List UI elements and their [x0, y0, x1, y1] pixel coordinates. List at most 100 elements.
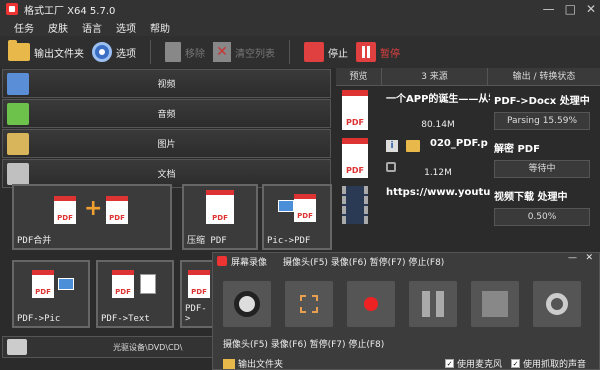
options-button[interactable]: 选项 [92, 42, 136, 62]
category-video[interactable]: 视频 [2, 69, 331, 98]
mic-label: 使用麦克风 [457, 360, 503, 370]
folder-icon[interactable] [406, 140, 420, 152]
task-row[interactable]: PDF i 020_PDF.pdf 1.12M 解密 PDF 等待中 [336, 136, 600, 182]
gear-icon [546, 293, 568, 315]
tile-pic-to-pdf[interactable]: PDF Pic->PDF [262, 184, 332, 250]
toolbar: 输出文件夹 选项 移除 ✕ 清空列表 停止 暂停 [0, 36, 600, 68]
webcam-button[interactable] [223, 281, 271, 327]
category-label: 图片 [157, 140, 176, 150]
recorder-settings-button[interactable] [533, 281, 581, 327]
tile-pdf-merge[interactable]: PDF + PDF PDF合并 [12, 184, 172, 250]
recorder-stop-button[interactable] [471, 281, 519, 327]
maximize-button[interactable]: □ [565, 2, 576, 16]
minimize-button[interactable]: — [543, 2, 555, 16]
menu-help[interactable]: 帮助 [150, 20, 170, 35]
category-label: 音频 [157, 110, 176, 120]
app-icon [6, 3, 18, 15]
tile-label: Pic->PDF [267, 236, 311, 246]
info-icon: i [386, 140, 398, 152]
task-type: 视频下载 处理中 [494, 192, 568, 203]
remove-button[interactable]: 移除 [165, 42, 205, 62]
tile-label: PDF-> [185, 304, 207, 324]
category-label: 视频 [157, 80, 176, 90]
use-mic-checkbox[interactable]: ✓ 使用麦克风 [445, 357, 502, 370]
gear-icon [92, 42, 112, 62]
webcam-icon [234, 291, 260, 317]
recorder-output-label: 输出文件夹 [238, 360, 284, 370]
tile-pdf-to-pic[interactable]: PDF PDF->Pic [12, 260, 90, 328]
disc-icon [7, 339, 27, 355]
check-icon: ✓ [445, 359, 454, 368]
disc-label: 光驱设备\DVD\CD\ [113, 342, 183, 352]
task-status: Parsing 15.59% [494, 112, 590, 130]
stop-icon [304, 42, 324, 62]
pause-button[interactable]: 暂停 [356, 42, 400, 62]
category-label: 文档 [157, 170, 176, 180]
record-icon [364, 297, 378, 311]
region-select-icon [300, 295, 318, 313]
column-preview[interactable]: 预览 [336, 68, 382, 85]
recorder-pause-button[interactable] [409, 281, 457, 327]
stop-button[interactable]: 停止 [304, 42, 348, 62]
tile-pdf-to-text[interactable]: PDF PDF->Text [96, 260, 174, 328]
tile-label: PDF->Pic [17, 314, 61, 324]
recorder-output-folder[interactable]: 输出文件夹 [223, 357, 283, 370]
tile-label: PDF->Text [101, 314, 150, 324]
column-output-status[interactable]: 输出 / 转换状态 [488, 68, 600, 85]
remove-label: 移除 [185, 48, 205, 60]
task-row[interactable]: https://www.youtube.com 视频下载 处理中 0.50% [336, 184, 600, 230]
app-icon [217, 256, 227, 266]
category-image[interactable]: 图片 [2, 129, 331, 158]
menu-language[interactable]: 语言 [82, 20, 102, 35]
task-size: 1.12M [424, 168, 452, 178]
task-list-header: 预览 3 来源 输出 / 转换状态 [336, 68, 600, 86]
task-type: 解密 PDF [494, 144, 540, 155]
recorder-close-button[interactable]: ✕ [585, 253, 593, 263]
task-status: 等待中 [494, 160, 590, 178]
recorder-title-bar: 屏幕录像 摄像头(F5) 录像(F6) 暂停(F7) 停止(F8) — ✕ [213, 253, 599, 269]
pdf-icon: PDF [294, 194, 316, 222]
use-capture-sound-checkbox[interactable]: ✓ 使用抓取的声音 [511, 357, 586, 370]
tile-label: 压缩 PDF [187, 236, 227, 246]
pause-icon [422, 291, 444, 317]
clear-list-button[interactable]: ✕ 清空列表 [213, 42, 275, 62]
tile-compress-pdf[interactable]: PDF 压缩 PDF [182, 184, 258, 250]
pdf-icon: PDF [112, 270, 134, 298]
film-icon [342, 186, 368, 224]
menu-skin[interactable]: 皮肤 [48, 20, 68, 35]
record-button[interactable] [347, 281, 395, 327]
folder-icon [8, 40, 30, 61]
recorder-shortcuts: 摄像头(F5) 录像(F6) 暂停(F7) 停止(F8) [283, 257, 445, 268]
options-label: 选项 [116, 48, 136, 60]
category-audio[interactable]: 音频 [2, 99, 331, 128]
close-button[interactable]: ✕ [586, 2, 596, 16]
plus-icon: + [84, 196, 103, 221]
menu-options[interactable]: 选项 [116, 20, 136, 35]
task-row[interactable]: PDF 一个APP的诞生——从零开始设计你的手 80.14M PDF->Docx… [336, 88, 600, 134]
capture-sound-label: 使用抓取的声音 [523, 360, 587, 370]
menu-task[interactable]: 任务 [14, 20, 34, 35]
tile-pdf-to-other[interactable]: PDF PDF-> [180, 260, 214, 328]
output-folder-button[interactable]: 输出文件夹 [8, 40, 84, 61]
toolbar-divider [289, 40, 290, 64]
folder-icon [223, 358, 235, 369]
clear-list-label: 清空列表 [235, 48, 275, 60]
toolbar-divider [150, 40, 151, 64]
recorder-minimize-button[interactable]: — [568, 253, 577, 263]
pdf-icon: PDF [106, 196, 128, 224]
column-source[interactable]: 3 来源 [382, 68, 488, 85]
pause-label: 暂停 [380, 48, 400, 60]
recorder-shortcut-info: 摄像头(F5) 录像(F6) 暂停(F7) 停止(F8) [223, 340, 385, 350]
pause-icon [356, 42, 376, 62]
task-source-name: https://www.youtube.com [386, 187, 490, 198]
pdf-icon: PDF [206, 190, 234, 224]
output-folder-label: 输出文件夹 [34, 48, 84, 60]
stop-label: 停止 [328, 48, 348, 60]
pdf-icon: PDF [54, 196, 76, 224]
region-select-button[interactable] [285, 281, 333, 327]
clear-icon: ✕ [213, 42, 231, 62]
stop-icon [482, 291, 508, 317]
task-type: PDF->Docx 处理中 [494, 96, 590, 107]
title-bar: 格式工厂 X64 5.7.0 — □ ✕ [0, 0, 600, 18]
pdf-icon: PDF [32, 270, 54, 298]
